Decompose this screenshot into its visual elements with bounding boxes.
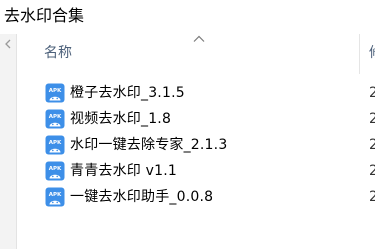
apk-badge-text: APK bbox=[49, 140, 62, 146]
apk-file-icon: APK bbox=[45, 83, 65, 103]
apk-badge-text: APK bbox=[49, 88, 62, 94]
file-name: 水印一键去除专家_2.1.3 bbox=[70, 137, 228, 153]
apk-badge-text: APK bbox=[49, 166, 62, 172]
file-row[interactable]: APK 橙子去水印_3.1.5 2 bbox=[17, 81, 375, 105]
window-title: 去水印合集 bbox=[4, 6, 85, 25]
file-date: 2 bbox=[369, 111, 375, 127]
file-row[interactable]: APK 视频去水印_1.8 2 bbox=[17, 107, 375, 131]
apk-badge-text: APK bbox=[49, 192, 62, 198]
file-name: 视频去水印_1.8 bbox=[70, 111, 172, 127]
file-date: 2 bbox=[369, 189, 375, 205]
window-titlebar: 去水印合集 bbox=[0, 0, 375, 34]
column-separator[interactable] bbox=[359, 34, 360, 74]
file-row[interactable]: APK 青青去水印 v1.1 2 bbox=[17, 159, 375, 183]
file-date: 2 bbox=[369, 163, 375, 179]
file-name: 橙子去水印_3.1.5 bbox=[70, 85, 185, 101]
file-row[interactable]: APK 一键去水印助手_0.0.8 2 bbox=[17, 185, 375, 209]
apk-file-icon: APK bbox=[45, 109, 65, 129]
file-name: 一键去水印助手_0.0.8 bbox=[70, 189, 214, 205]
apk-file-icon: APK bbox=[45, 161, 65, 181]
navigation-pane-strip bbox=[0, 34, 16, 249]
column-header-modified[interactable]: 修 bbox=[369, 43, 375, 63]
apk-file-icon: APK bbox=[45, 135, 65, 155]
file-date: 2 bbox=[369, 85, 375, 101]
file-date: 2 bbox=[369, 137, 375, 153]
apk-badge-text: APK bbox=[49, 114, 62, 120]
apk-file-icon: APK bbox=[45, 187, 65, 207]
chevron-left-icon[interactable] bbox=[3, 39, 13, 49]
sort-ascending-icon bbox=[193, 35, 205, 42]
file-row[interactable]: APK 水印一键去除专家_2.1.3 2 bbox=[17, 133, 375, 157]
column-header-name[interactable]: 名称 bbox=[44, 43, 72, 63]
file-name: 青青去水印 v1.1 bbox=[70, 163, 177, 179]
